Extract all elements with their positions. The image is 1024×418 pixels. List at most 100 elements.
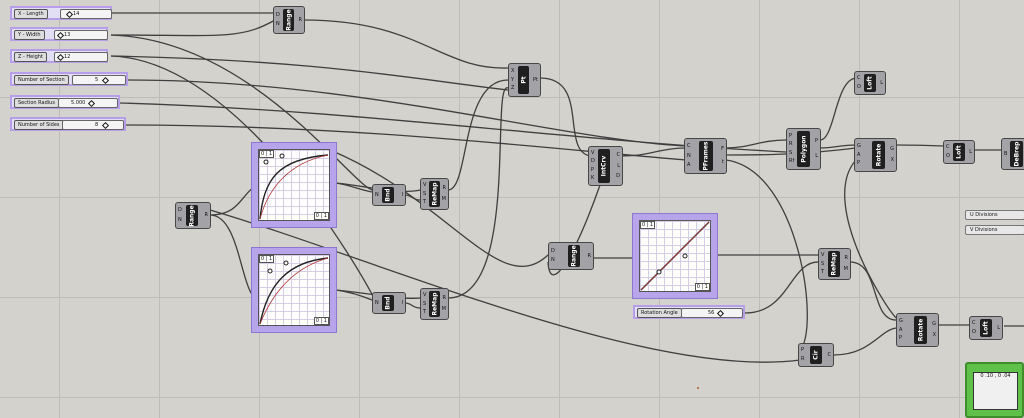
slider-track[interactable]: 5.000 [58, 98, 118, 108]
input-pin[interactable]: D [178, 208, 182, 213]
range-component[interactable]: DN Range R [548, 242, 594, 270]
slider-handle-icon[interactable] [65, 10, 74, 19]
input-pin[interactable]: N [687, 153, 691, 159]
input-pin[interactable]: G [857, 143, 861, 149]
output-pin[interactable]: M [442, 197, 446, 202]
slider-handle-icon[interactable] [56, 53, 65, 62]
output-pin[interactable]: R [442, 296, 446, 301]
graph-handle[interactable] [283, 260, 289, 266]
input-pin[interactable]: C [687, 144, 691, 149]
intcrv-component[interactable]: VDPK IntCrv CLD [588, 146, 623, 186]
slider-x-length[interactable]: X - Length 14 [10, 6, 112, 20]
slider-track[interactable]: 13 [54, 30, 108, 40]
input-pin[interactable]: P [789, 133, 794, 139]
input-pin[interactable]: X [511, 68, 514, 74]
output-pin[interactable]: F [721, 147, 724, 152]
output-pin[interactable]: I [402, 192, 403, 198]
input-pin[interactable]: D [276, 12, 280, 18]
input-pin[interactable]: A [899, 327, 903, 333]
slider-track[interactable]: 56 [681, 308, 743, 318]
input-pin[interactable]: C [946, 145, 950, 150]
input-pin[interactable]: S [821, 261, 824, 267]
output-pin[interactable]: I [402, 300, 403, 306]
rotate-component[interactable]: GAP Rotate GX [896, 313, 939, 347]
loft-component[interactable]: CO Loft L [943, 140, 975, 164]
output-pin[interactable]: L [616, 163, 620, 169]
input-pin[interactable]: V [591, 151, 595, 156]
slider-number-of-sides[interactable]: Number of Sides 8 [10, 117, 126, 131]
input-pin[interactable]: N [276, 22, 280, 27]
output-pin[interactable]: R [442, 186, 446, 191]
output-pin[interactable]: C [616, 153, 621, 158]
input-pin[interactable]: V [423, 293, 426, 298]
output-pin[interactable]: D [616, 173, 620, 179]
input-pin[interactable]: S [789, 150, 794, 156]
slider-handle-icon[interactable] [101, 121, 110, 130]
bounds-component[interactable]: N Bnd I [372, 292, 406, 314]
grasshopper-canvas[interactable]: X - Length 14 Y - Width 13 Z - Height 12… [0, 0, 1024, 418]
mdslider-component[interactable]: 0 .10 , 0 .04 [965, 362, 1024, 418]
output-pin[interactable]: X [890, 158, 894, 163]
input-pin[interactable]: N [551, 258, 555, 263]
output-pin[interactable]: C [828, 352, 832, 358]
slider-handle-icon[interactable] [716, 309, 725, 318]
input-pin[interactable]: C [857, 76, 861, 81]
input-pin[interactable]: K [591, 175, 595, 181]
range-component[interactable]: DN Range R [175, 202, 211, 229]
output-pin[interactable]: R [299, 17, 302, 23]
input-pin[interactable]: D [551, 248, 555, 254]
pframes-component[interactable]: CNA PFrames Ft [684, 138, 727, 174]
input-pin[interactable]: N [178, 217, 182, 223]
input-pin[interactable]: P [899, 336, 903, 341]
output-pin[interactable]: R [588, 253, 591, 259]
graph-handle[interactable] [656, 269, 662, 275]
slider-y-width[interactable]: Y - Width 13 [10, 27, 108, 41]
input-pin[interactable]: O [946, 153, 950, 159]
input-pin[interactable]: G [899, 318, 903, 324]
pt-component[interactable]: XYZ Pt Pt [508, 63, 541, 97]
circle-component[interactable]: PR Cir C [798, 343, 834, 367]
input-pin[interactable]: T [821, 269, 824, 275]
output-pin[interactable]: L [969, 149, 972, 155]
input-pin[interactable]: A [857, 152, 861, 158]
input-pin[interactable]: A [687, 162, 691, 168]
input-pin[interactable]: Z [511, 86, 514, 91]
output-pin[interactable]: R [844, 256, 848, 261]
input-pin[interactable]: R [789, 142, 794, 147]
slider-number-of-section[interactable]: Number of Section 5 [10, 72, 128, 86]
range-component[interactable]: DN Range R [273, 6, 305, 34]
input-pin[interactable]: N [375, 300, 379, 306]
graph-mapper[interactable]: 0 | 1 0 | 1 [251, 142, 337, 228]
slider-handle-icon[interactable] [87, 99, 96, 108]
remap-component[interactable]: VST ReMap R M [420, 178, 449, 210]
graph-handle[interactable] [682, 253, 688, 259]
output-pin[interactable]: L [997, 325, 1000, 331]
output-pin[interactable]: R [205, 213, 208, 218]
slider-handle-icon[interactable] [101, 76, 110, 85]
input-pin[interactable]: N [375, 192, 379, 198]
output-pin[interactable]: M [844, 267, 848, 272]
input-pin[interactable]: P [857, 161, 861, 166]
output-pin[interactable]: X [932, 333, 936, 338]
slider-section-radius[interactable]: Section Radius 5.000 [10, 95, 120, 109]
u-divisions-panel[interactable]: U Divisions [965, 210, 1024, 220]
input-pin[interactable]: S [423, 191, 426, 197]
bounds-component[interactable]: N Bnd I [372, 184, 406, 206]
output-pin[interactable]: Pt [533, 77, 538, 83]
graph-handle[interactable] [279, 153, 285, 159]
output-pin[interactable]: M [442, 307, 446, 312]
slider-track[interactable]: 8 [62, 120, 124, 130]
output-pin[interactable]: P [815, 139, 818, 144]
input-pin[interactable]: V [423, 183, 426, 188]
input-pin[interactable]: V [821, 253, 824, 258]
slider-z-height[interactable]: Z - Height 12 [10, 49, 108, 63]
polygon-component[interactable]: P R S Rf Polygon PL [786, 128, 821, 170]
loft-component[interactable]: CO Loft L [969, 316, 1003, 340]
input-pin[interactable]: P [591, 167, 595, 173]
input-pin[interactable]: P [801, 348, 804, 353]
input-pin[interactable]: D [591, 159, 595, 164]
rotate-component[interactable]: GAP Rotate GX [854, 138, 897, 172]
input-pin[interactable]: T [423, 199, 426, 205]
input-pin[interactable]: Y [511, 77, 514, 83]
mdslider-area[interactable]: 0 .10 , 0 .04 [973, 372, 1018, 410]
